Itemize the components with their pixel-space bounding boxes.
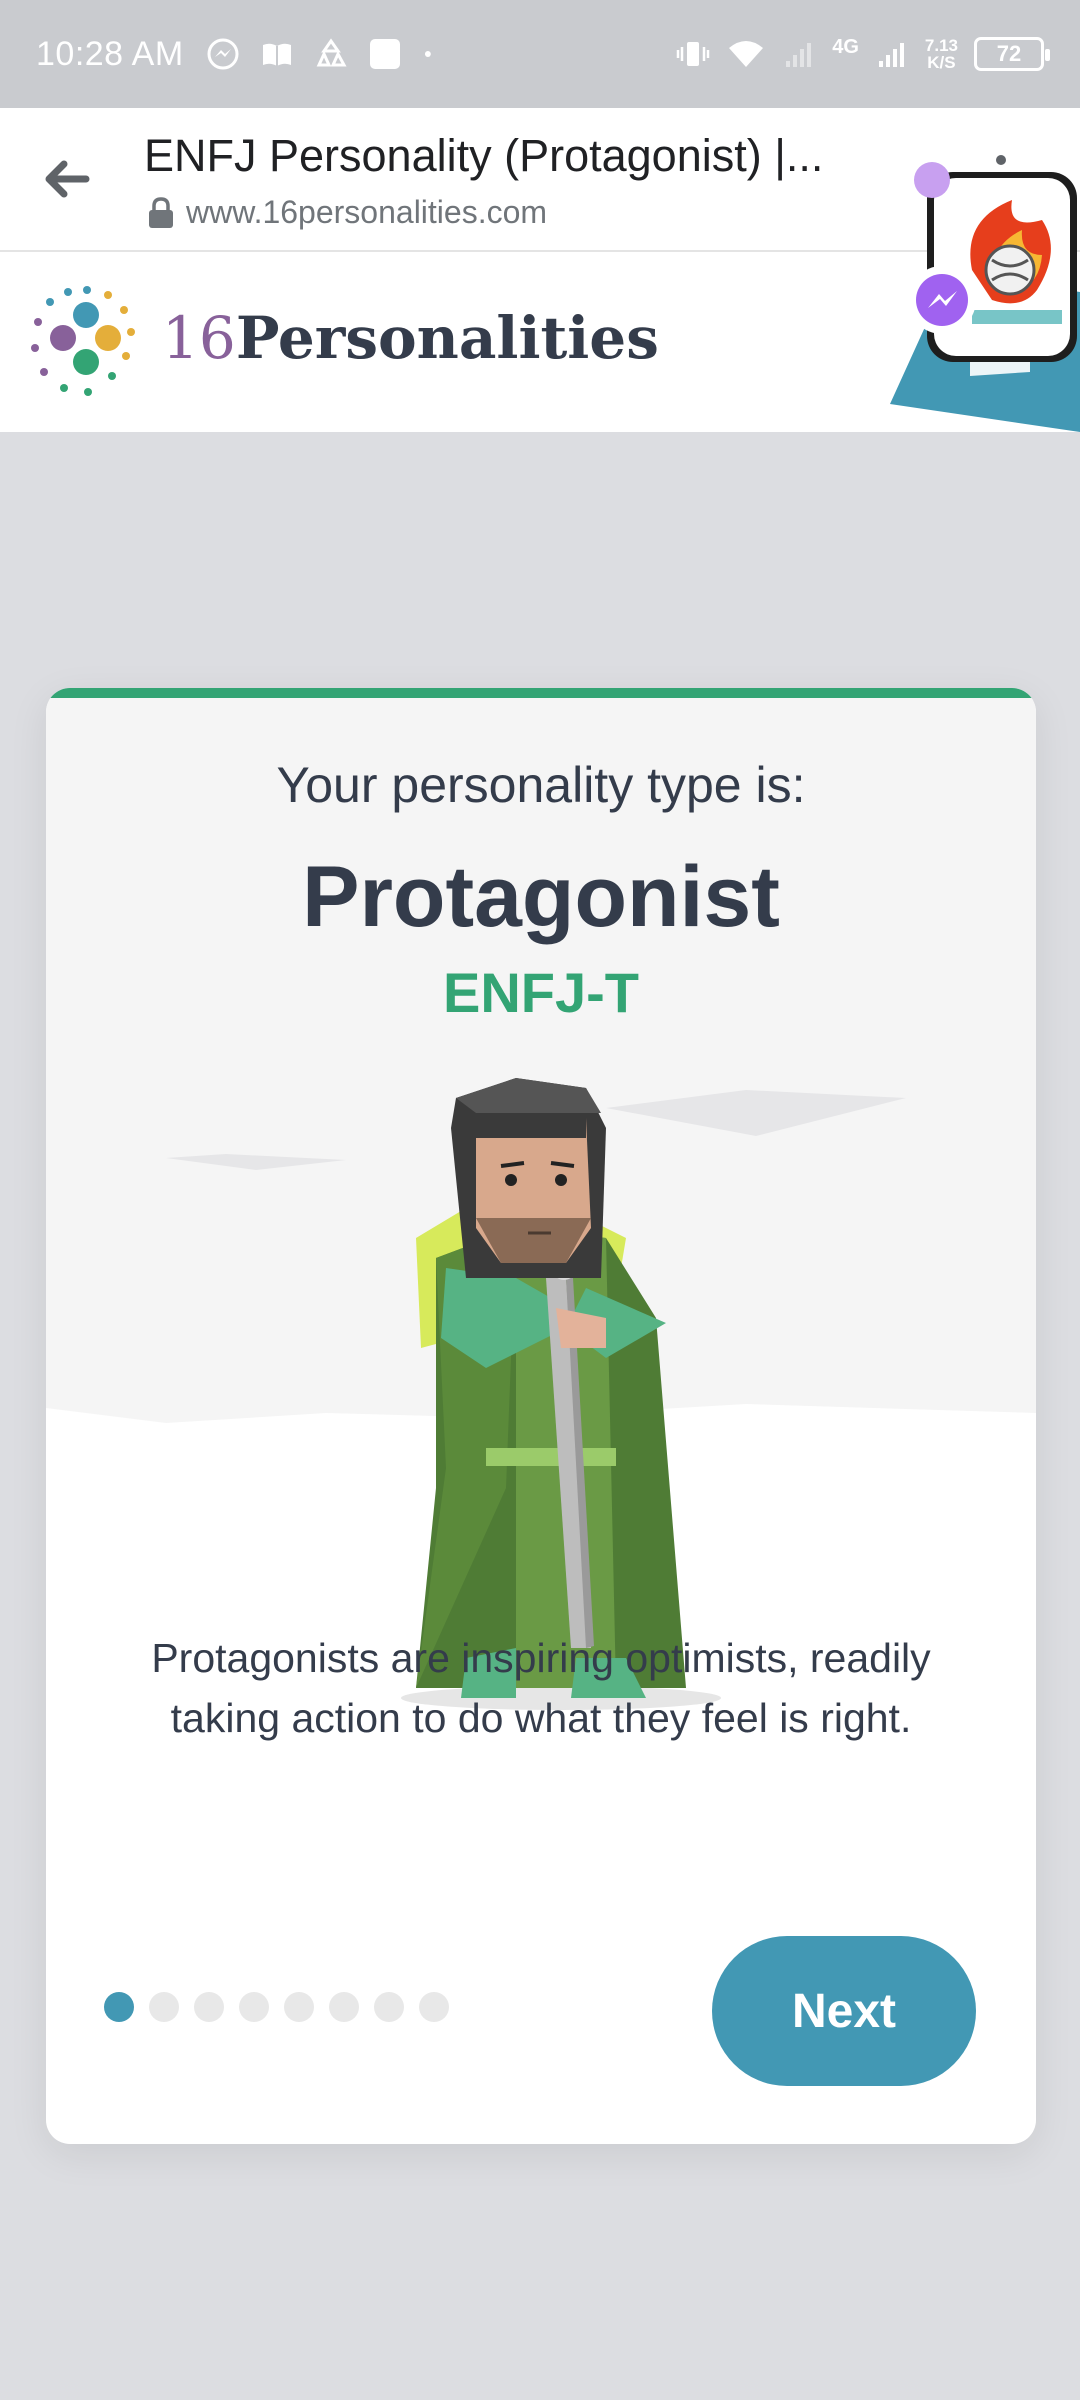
pagination-dot-2[interactable] [149, 1992, 179, 2022]
pagination-dot-3[interactable] [194, 1992, 224, 2022]
description-line-2: taking action to do what they feel is ri… [170, 1695, 912, 1741]
personality-type-code: ENFJ-T [443, 961, 639, 1024]
wifi-icon [729, 41, 764, 67]
lock-icon [149, 197, 173, 228]
book-icon [262, 43, 291, 66]
personality-description: Protagonists are inspiring optimists, re… [86, 1628, 996, 1748]
back-arrow-icon[interactable] [38, 154, 98, 204]
pagination-dot-7[interactable] [374, 1992, 404, 2022]
next-button[interactable]: Next [712, 1936, 976, 2086]
status-time: 10:28 AM [36, 34, 184, 73]
page-url[interactable]: www.16personalities.com [186, 194, 547, 231]
pagination-dot-4[interactable] [239, 1992, 269, 2022]
notification-icons [206, 37, 442, 71]
pagination-dots [104, 1992, 449, 2022]
pagination-dot-1[interactable] [104, 1992, 134, 2022]
personality-type-name: Protagonist [302, 849, 780, 945]
sync-icon [316, 38, 347, 67]
pagination-dot-8[interactable] [419, 1992, 449, 2022]
messenger-icon [207, 38, 239, 70]
dot-icon [424, 51, 431, 57]
result-card: Your personality type is: Protagonist EN… [46, 688, 1036, 2144]
logo-text[interactable]: 16Personalities [162, 304, 659, 372]
vibrate-icon [676, 42, 710, 66]
square-icon [369, 39, 400, 69]
logo-dots-icon[interactable] [26, 282, 148, 404]
pagination-dot-6[interactable] [329, 1992, 359, 2022]
pagination-dot-5[interactable] [284, 1992, 314, 2022]
chat-head-bubble[interactable] [912, 160, 1080, 370]
logo-number: 16 [162, 304, 236, 372]
battery-indicator: 72 [974, 37, 1050, 71]
status-right: 4G 7.13 K/S 72 [676, 35, 1050, 71]
card-accent-bar [46, 688, 1036, 698]
status-bar: 10:28 AM 4G 7.13 K/S 72 [0, 0, 1080, 108]
network-type: 4G [832, 35, 859, 58]
net-speed-value: 7.13 [924, 36, 958, 55]
net-speed-unit: K/S [927, 53, 956, 72]
signal-icon-2 [878, 43, 904, 67]
intro-text: Your personality type is: [276, 757, 806, 813]
net-speed: 7.13 K/S [925, 37, 958, 71]
page-title: ENFJ Personality (Protagonist) |... [144, 130, 824, 181]
description-line-1: Protagonists are inspiring optimists, re… [151, 1635, 931, 1681]
signal-icon [786, 43, 812, 67]
logo-word: Personalities [235, 304, 659, 372]
